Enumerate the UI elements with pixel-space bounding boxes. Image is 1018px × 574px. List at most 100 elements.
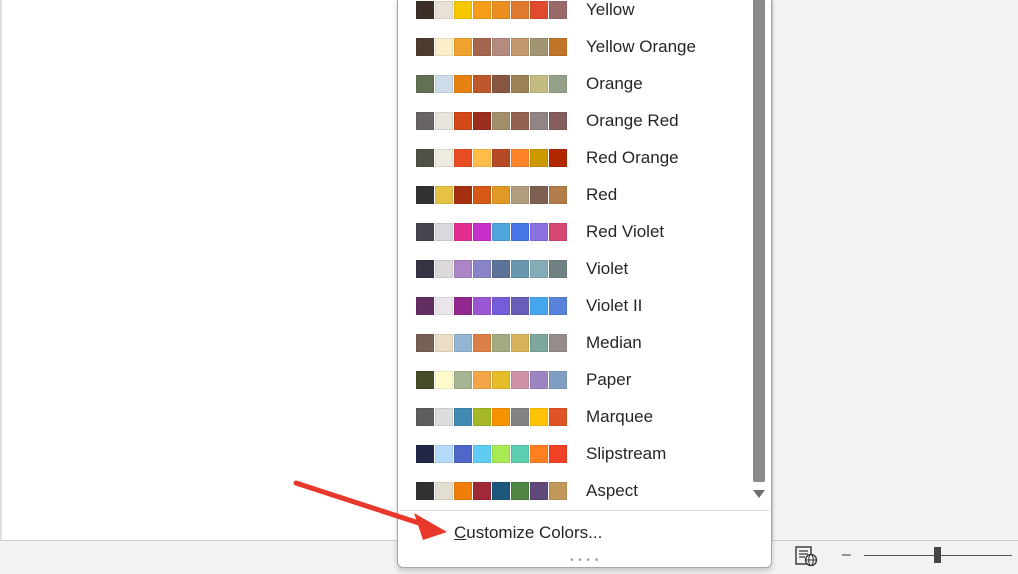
- color-swatch: [454, 148, 472, 167]
- color-swatch: [454, 37, 472, 56]
- scrollbar-thumb[interactable]: [753, 0, 765, 482]
- theme-color-option[interactable]: Violet II: [416, 287, 746, 324]
- color-swatch: [511, 259, 529, 278]
- color-swatch: [454, 185, 472, 204]
- zoom-slider-thumb[interactable]: [934, 547, 941, 563]
- color-swatch: [511, 407, 529, 426]
- color-swatch: [492, 481, 510, 500]
- color-swatch: [416, 444, 434, 463]
- theme-color-option[interactable]: Red Orange: [416, 139, 746, 176]
- theme-name-label: Red Orange: [586, 147, 679, 167]
- color-swatch: [454, 0, 472, 19]
- color-swatch-strip: [416, 0, 568, 19]
- color-swatch: [435, 296, 453, 315]
- theme-color-option[interactable]: Red: [416, 176, 746, 213]
- color-swatch: [549, 148, 567, 167]
- theme-color-option[interactable]: Aspect: [416, 472, 746, 509]
- theme-color-option[interactable]: Paper: [416, 361, 746, 398]
- color-swatch: [492, 296, 510, 315]
- theme-color-option[interactable]: Marquee: [416, 398, 746, 435]
- color-swatch: [454, 444, 472, 463]
- color-swatch: [511, 481, 529, 500]
- window-left-edge: [0, 0, 2, 573]
- color-swatch: [473, 74, 491, 93]
- color-swatch: [435, 370, 453, 389]
- theme-name-label: Marquee: [586, 406, 654, 426]
- color-swatch: [549, 0, 567, 19]
- theme-color-option[interactable]: Slipstream: [416, 435, 746, 472]
- color-swatch: [435, 148, 453, 167]
- color-swatch-strip: [416, 444, 568, 463]
- customize-colors-accelerator: C: [454, 523, 467, 542]
- color-swatch: [530, 370, 548, 389]
- color-swatch: [530, 259, 548, 278]
- color-swatch: [473, 333, 491, 352]
- theme-color-option[interactable]: Yellow Orange: [416, 28, 746, 65]
- color-swatch: [492, 407, 510, 426]
- triangle-down-icon[interactable]: [753, 490, 765, 498]
- theme-name-label: Yellow: [586, 0, 635, 19]
- color-swatch: [511, 0, 529, 19]
- color-swatch: [492, 185, 510, 204]
- theme-color-option[interactable]: Orange: [416, 65, 746, 102]
- resize-grip-icon[interactable]: • • • •: [570, 556, 599, 566]
- color-swatch: [454, 296, 472, 315]
- color-swatch: [454, 370, 472, 389]
- theme-color-option[interactable]: Violet: [416, 250, 746, 287]
- color-swatch: [435, 0, 453, 19]
- color-swatch: [473, 148, 491, 167]
- color-swatch: [511, 148, 529, 167]
- color-swatch: [530, 444, 548, 463]
- color-swatch: [511, 74, 529, 93]
- color-swatch: [435, 259, 453, 278]
- theme-color-option[interactable]: Orange Red: [416, 102, 746, 139]
- color-swatch: [435, 185, 453, 204]
- theme-color-option[interactable]: Median: [416, 324, 746, 361]
- color-swatch: [435, 407, 453, 426]
- customize-colors-menu-item[interactable]: Customize Colors...: [454, 523, 602, 543]
- color-swatch: [530, 222, 548, 241]
- color-swatch: [511, 37, 529, 56]
- theme-name-label: Paper: [586, 369, 632, 389]
- web-layout-icon[interactable]: [794, 545, 818, 567]
- zoom-out-button[interactable]: –: [842, 546, 851, 564]
- color-swatch: [549, 259, 567, 278]
- color-swatch: [511, 333, 529, 352]
- color-swatch: [454, 111, 472, 130]
- color-swatch: [492, 37, 510, 56]
- color-swatch: [435, 222, 453, 241]
- color-swatch: [549, 37, 567, 56]
- color-swatch: [530, 0, 548, 19]
- color-swatch: [473, 481, 491, 500]
- color-swatch-strip: [416, 370, 568, 389]
- color-swatch: [530, 111, 548, 130]
- color-swatch-strip: [416, 37, 568, 56]
- color-swatch: [492, 444, 510, 463]
- theme-name-label: Red: [586, 184, 618, 204]
- color-swatch: [492, 259, 510, 278]
- theme-color-option[interactable]: Yellow: [416, 0, 746, 28]
- color-swatch: [511, 370, 529, 389]
- color-swatch: [549, 370, 567, 389]
- color-swatch: [454, 222, 472, 241]
- color-swatch: [511, 222, 529, 241]
- color-swatch: [549, 444, 567, 463]
- color-swatch: [435, 111, 453, 130]
- color-swatch: [549, 333, 567, 352]
- color-swatch: [435, 333, 453, 352]
- color-swatch: [492, 333, 510, 352]
- color-swatch: [549, 185, 567, 204]
- color-swatch: [511, 296, 529, 315]
- color-swatch: [511, 111, 529, 130]
- theme-color-option[interactable]: Red Violet: [416, 213, 746, 250]
- color-swatch: [473, 0, 491, 19]
- document-margin-area: [772, 0, 1018, 540]
- color-swatch: [454, 259, 472, 278]
- color-swatch-strip: [416, 333, 568, 352]
- color-swatch: [473, 185, 491, 204]
- theme-colors-list: Yellow Yellow Orange Orange Orange Red Red O…: [398, 0, 748, 509]
- theme-name-label: Violet II: [586, 295, 643, 315]
- theme-name-label: Orange Red: [586, 110, 679, 130]
- color-swatch: [530, 37, 548, 56]
- color-swatch: [530, 296, 548, 315]
